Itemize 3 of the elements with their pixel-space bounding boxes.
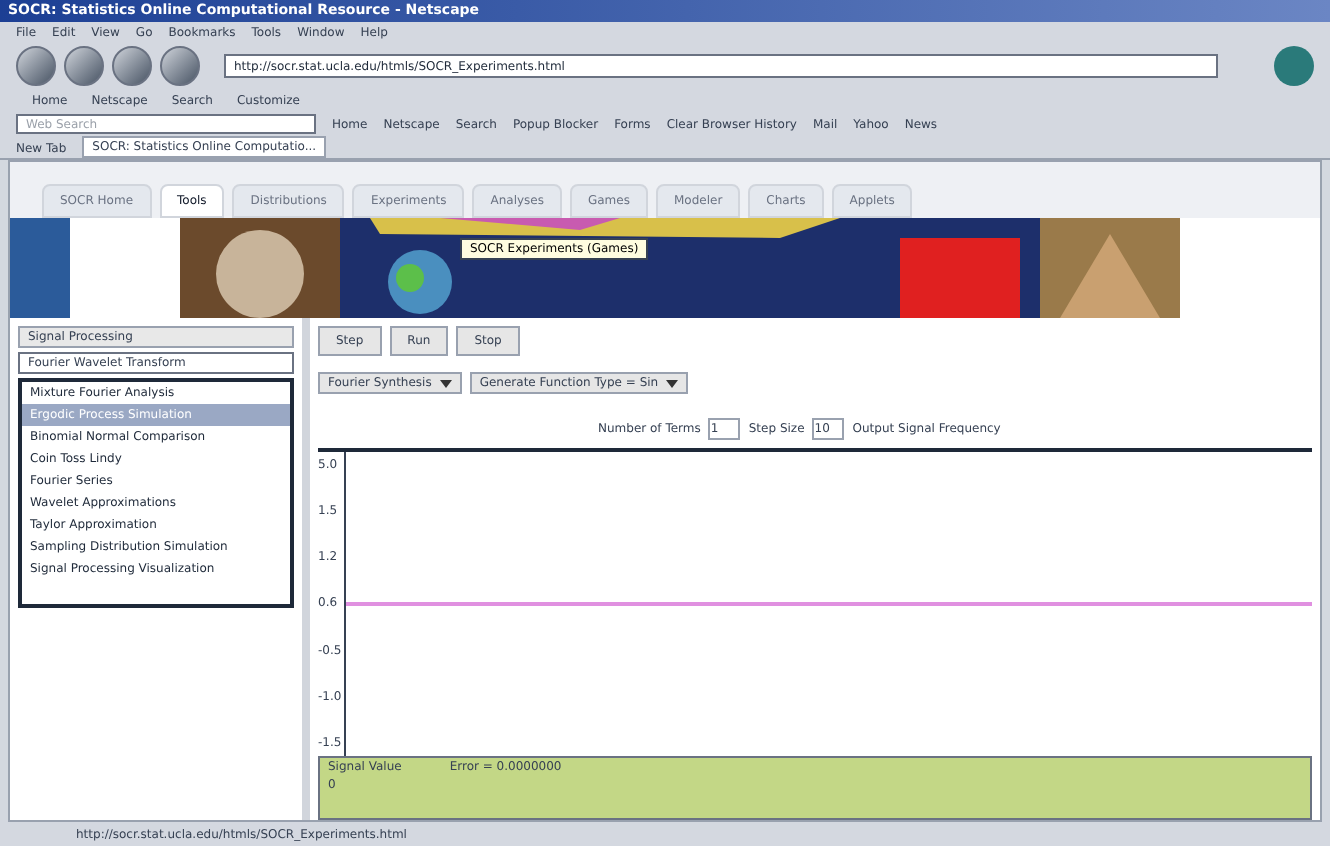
caret-icon: [666, 379, 679, 387]
caret-icon: [439, 379, 452, 387]
side-stripe: [10, 218, 70, 318]
